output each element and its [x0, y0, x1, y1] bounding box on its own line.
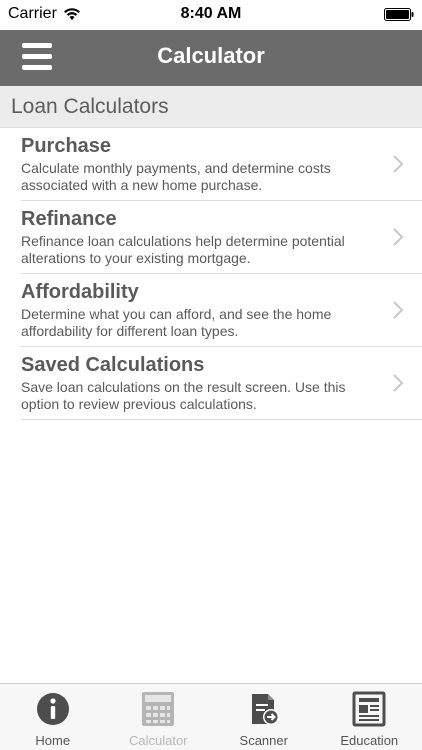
tab-home[interactable]: Home	[0, 684, 106, 750]
list-item-title: Purchase	[21, 135, 112, 157]
list-item-purchase[interactable]: Purchase Calculate monthly payments, and…	[21, 128, 422, 201]
list-item-description: Determine what you can afford, and see t…	[21, 306, 332, 339]
list-item-title: Refinance	[21, 208, 117, 230]
chevron-right-icon	[393, 301, 404, 319]
list-item-saved-calculations[interactable]: Saved Calculations Save loan calculation…	[21, 347, 422, 420]
page-title: Calculator	[157, 43, 265, 68]
chevron-right-icon	[393, 374, 404, 392]
list-item-title: Saved Calculations	[21, 354, 205, 376]
calculator-list: Purchase Calculate monthly payments, and…	[0, 128, 422, 420]
tab-bar: Home Calculator Scanner Education	[0, 683, 422, 750]
info-icon	[36, 693, 69, 725]
calculator-icon	[142, 692, 175, 726]
tab-label: Scanner	[239, 733, 288, 748]
chevron-right-icon	[393, 228, 404, 246]
tab-scanner[interactable]: Scanner	[211, 684, 317, 750]
list-item-refinance[interactable]: Refinance Refinance loan calculations he…	[21, 201, 422, 274]
tab-label: Calculator	[128, 733, 188, 748]
list-item-affordability[interactable]: Affordability Determine what you can aff…	[21, 274, 422, 347]
newspaper-icon	[352, 691, 386, 727]
scanner-icon	[251, 694, 279, 725]
list-item-description: Save loan calculations on the result scr…	[21, 379, 346, 412]
tab-label: Home	[35, 733, 71, 748]
list-item-description: Refinance loan calculations help determi…	[21, 233, 345, 266]
status-time: 8:40 AM	[180, 5, 242, 22]
tab-calculator[interactable]: Calculator	[106, 684, 212, 750]
section-header: Loan Calculators	[0, 86, 422, 128]
tab-education[interactable]: Education	[317, 684, 422, 750]
navigation-bar: Calculator	[0, 30, 422, 86]
list-item-title: Affordability	[21, 281, 139, 303]
chevron-right-icon	[393, 155, 404, 173]
list-item-description: Calculate monthly payments, and determin…	[21, 160, 331, 193]
battery-icon	[384, 8, 414, 21]
section-title: Loan Calculators	[11, 95, 169, 118]
status-bar: Carrier 8:40 AM	[0, 0, 422, 30]
tab-label: Education	[340, 733, 399, 748]
